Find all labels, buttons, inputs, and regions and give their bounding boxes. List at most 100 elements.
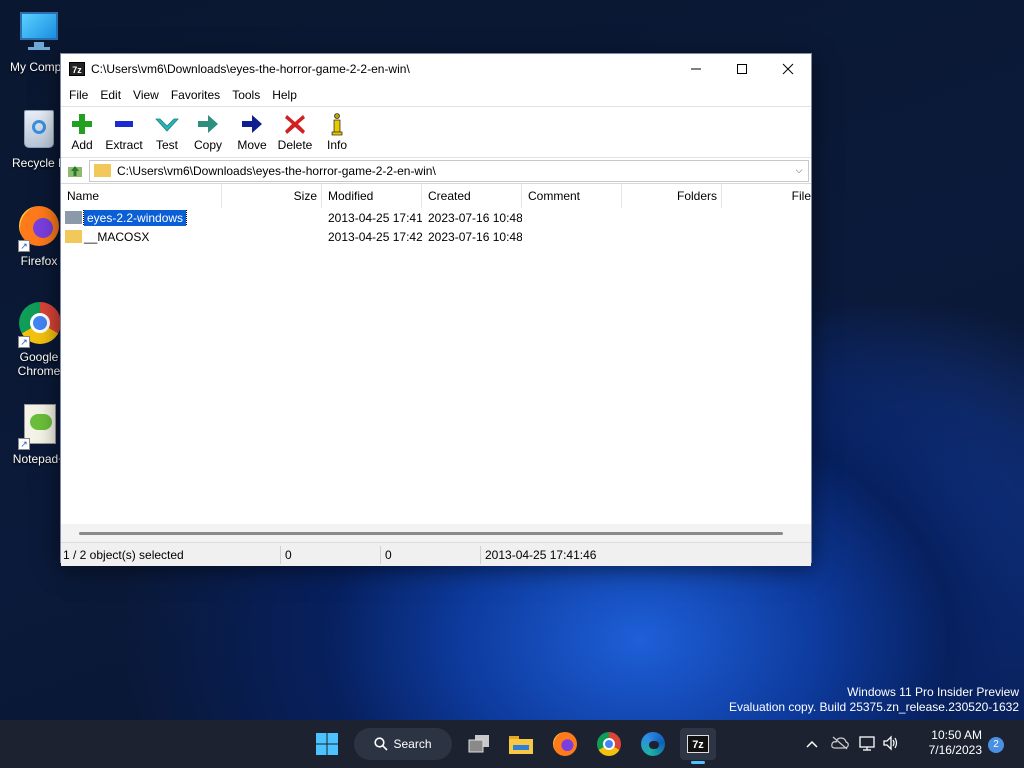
column-header-files[interactable]: File xyxy=(722,184,811,208)
volume-icon[interactable] xyxy=(880,734,902,754)
recycle-bin-icon xyxy=(16,106,62,152)
address-bar: C:\Users\vm6\Downloads\eyes-the-horror-g… xyxy=(61,158,811,184)
edge-icon xyxy=(641,732,665,756)
chrome-icon: ↗ xyxy=(16,300,62,348)
column-headers: Name Size Modified Created Comment Folde… xyxy=(61,184,811,208)
file-manager-window: 7z C:\Users\vm6\Downloads\eyes-the-horro… xyxy=(60,53,812,566)
taskbar-search[interactable]: Search xyxy=(354,728,452,760)
notepad-plus-plus-icon: ↗ xyxy=(16,402,62,450)
file-list: Name Size Modified Created Comment Folde… xyxy=(61,184,811,542)
minimize-icon xyxy=(691,68,701,70)
column-header-size[interactable]: Size xyxy=(222,184,322,208)
close-icon xyxy=(782,63,794,75)
menu-view[interactable]: View xyxy=(127,88,165,102)
chevron-down-icon[interactable]: ⌵ xyxy=(790,165,808,176)
test-button[interactable]: Test xyxy=(149,107,185,152)
clock-date: 7/16/2023 xyxy=(928,743,982,757)
shortcut-arrow-icon: ↗ xyxy=(18,336,30,348)
minimize-button[interactable] xyxy=(673,54,719,84)
delete-button[interactable]: Delete xyxy=(273,107,317,152)
column-header-created[interactable]: Created xyxy=(422,184,522,208)
7zip-icon: 7z xyxy=(687,735,709,753)
chrome-icon xyxy=(597,732,621,756)
folder-icon xyxy=(94,164,111,177)
evaluation-watermark: Windows 11 Pro Insider Preview Evaluatio… xyxy=(729,685,1019,715)
folder-icon xyxy=(65,230,82,243)
name-cell: __MACOSX xyxy=(61,230,222,244)
notification-badge[interactable]: 2 xyxy=(988,737,1004,753)
status-size: 0 xyxy=(281,545,381,564)
column-header-comment[interactable]: Comment xyxy=(522,184,622,208)
toolbar: Add Extract Test Copy Move Delete Info xyxy=(61,106,811,158)
chevron-up-icon[interactable] xyxy=(800,737,824,751)
network-icon[interactable] xyxy=(856,735,880,754)
add-button[interactable]: Add xyxy=(65,107,99,152)
path-text: C:\Users\vm6\Downloads\eyes-the-horror-g… xyxy=(117,163,436,178)
task-view-button[interactable] xyxy=(464,728,494,760)
folder-icon xyxy=(65,211,82,224)
shortcut-arrow-icon: ↗ xyxy=(18,240,30,252)
title-bar[interactable]: 7z C:\Users\vm6\Downloads\eyes-the-horro… xyxy=(61,54,811,84)
table-row[interactable]: __MACOSX 2013-04-25 17:42 2023-07-16 10:… xyxy=(61,227,811,246)
taskbar-chrome[interactable] xyxy=(594,728,624,760)
menu-help[interactable]: Help xyxy=(266,88,303,102)
search-icon xyxy=(374,737,389,751)
status-bar: 1 / 2 object(s) selected 0 0 2013-04-25 … xyxy=(61,542,811,566)
close-button[interactable] xyxy=(765,54,811,84)
created-cell: 2023-07-16 10:48 xyxy=(428,229,522,244)
check-icon xyxy=(155,118,179,132)
copy-button[interactable]: Copy xyxy=(185,107,231,152)
search-label: Search xyxy=(393,737,432,751)
clock[interactable]: 10:50 AM 7/16/2023 xyxy=(929,728,982,758)
path-combobox[interactable]: C:\Users\vm6\Downloads\eyes-the-horror-g… xyxy=(89,159,809,182)
maximize-icon xyxy=(737,64,747,74)
menu-favorites[interactable]: Favorites xyxy=(165,88,226,102)
maximize-button[interactable] xyxy=(719,54,765,84)
cloud-offline-icon[interactable] xyxy=(824,736,856,753)
status-datetime: 2013-04-25 17:41:46 xyxy=(485,547,597,562)
clock-time: 10:50 AM xyxy=(931,728,982,742)
up-folder-button[interactable] xyxy=(61,159,89,183)
menu-tools[interactable]: Tools xyxy=(226,88,266,102)
window-title: C:\Users\vm6\Downloads\eyes-the-horror-g… xyxy=(91,62,410,76)
copy-arrow-icon xyxy=(198,115,218,133)
monitor-icon xyxy=(16,10,62,56)
taskbar-7zip[interactable]: 7z xyxy=(680,728,716,764)
plus-icon xyxy=(72,114,92,134)
column-header-folders[interactable]: Folders xyxy=(622,184,722,208)
firefox-icon xyxy=(553,732,577,756)
file-name: __MACOSX xyxy=(84,229,150,244)
shortcut-arrow-icon: ↗ xyxy=(18,438,30,450)
windows-logo-icon xyxy=(316,733,338,755)
column-header-name[interactable]: Name xyxy=(61,184,222,208)
scrollbar-thumb[interactable] xyxy=(79,532,783,535)
menu-file[interactable]: File xyxy=(63,88,94,102)
firefox-icon: ↗ xyxy=(16,204,62,252)
file-name-selected: eyes-2.2-windows xyxy=(82,209,188,226)
horizontal-scrollbar[interactable] xyxy=(61,524,811,542)
column-header-modified[interactable]: Modified xyxy=(322,184,422,208)
move-button[interactable]: Move xyxy=(231,107,273,152)
table-row[interactable]: eyes-2.2-windows 2013-04-25 17:41 2023-0… xyxy=(61,208,811,227)
modified-cell: 2013-04-25 17:42 xyxy=(328,229,422,244)
extract-button[interactable]: Extract xyxy=(99,107,149,152)
system-tray xyxy=(800,720,902,768)
start-button[interactable] xyxy=(310,728,344,760)
7zip-app-icon: 7z xyxy=(69,62,85,76)
status-selection: 1 / 2 object(s) selected xyxy=(61,545,281,564)
created-cell: 2023-07-16 10:48 xyxy=(428,210,522,225)
taskbar-edge[interactable] xyxy=(638,728,668,760)
folder-up-icon xyxy=(68,165,82,177)
watermark-line-1: Windows 11 Pro Insider Preview xyxy=(847,685,1019,699)
menu-bar: File Edit View Favorites Tools Help xyxy=(61,84,811,106)
modified-cell: 2013-04-25 17:41 xyxy=(328,210,422,225)
minus-icon xyxy=(115,121,133,127)
move-arrow-icon xyxy=(242,115,262,133)
taskbar: Search 7z 10:50 AM 7/16/2023 2 xyxy=(0,720,1024,768)
taskbar-file-explorer[interactable] xyxy=(506,728,536,760)
delete-x-icon xyxy=(285,115,305,134)
menu-edit[interactable]: Edit xyxy=(94,88,127,102)
taskbar-firefox[interactable] xyxy=(550,728,580,760)
info-icon xyxy=(331,113,343,136)
info-button[interactable]: Info xyxy=(317,107,357,152)
